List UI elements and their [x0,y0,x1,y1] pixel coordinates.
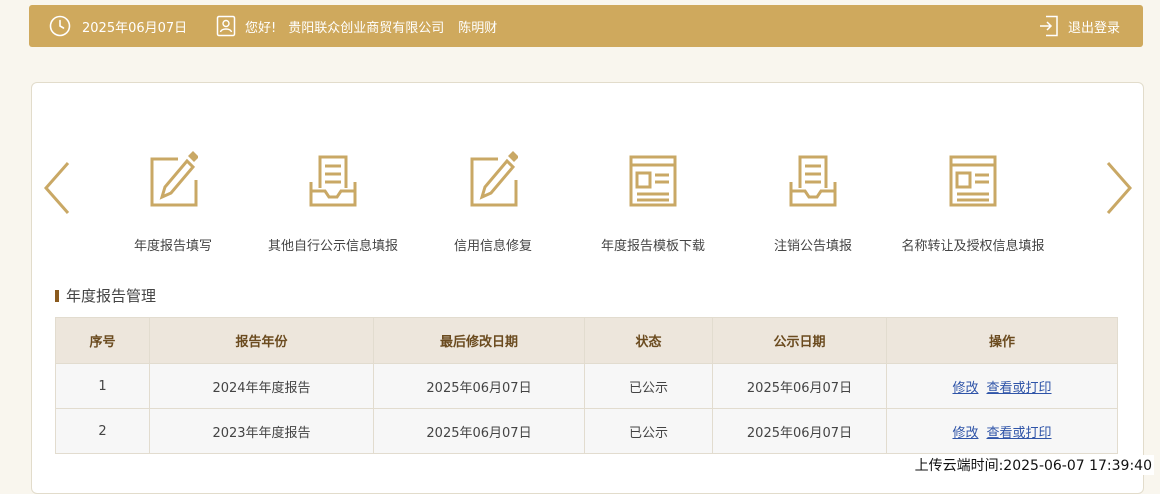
row-number: 2 [55,408,150,454]
tile-credit-repair[interactable]: 信用信息修复 [418,150,568,254]
column-header: 公示日期 [712,317,887,364]
tile-template-download[interactable]: 年度报告模板下载 [578,150,728,254]
column-header: 序号 [55,317,150,364]
user-name: 陈明财 [458,20,498,36]
table-row: 2 2023年年度报告 2025年06月07日 已公示 2025年06月07日 … [55,408,1118,454]
carousel-prev-button[interactable] [42,160,72,216]
user-card-icon [216,15,236,37]
edit-link[interactable]: 修改 [952,381,978,396]
logout-button[interactable]: 退出登录 [1039,5,1120,47]
greeting: 您好! [245,20,277,36]
inbox-document-icon [789,155,837,207]
inbox-document-icon [309,155,357,207]
tile-label: 其他自行公示信息填报 [267,239,398,254]
carousel-next-button[interactable] [1104,160,1134,216]
current-date: 2025年06月07日 [82,20,188,36]
tile-label: 注销公告填报 [773,239,852,254]
user-area: 您好! 贵阳联众创业商贸有限公司 陈明财 [216,5,497,47]
annual-report-table: 序号 报告年份 最后修改日期 状态 公示日期 操作 1 2024年年度报告 20… [55,317,1118,454]
tile-label: 年度报告填写 [133,239,212,254]
view-print-link[interactable]: 查看或打印 [987,381,1052,396]
section-title-text: 年度报告管理 [66,287,157,305]
upload-time: 上传云端时间:2025-06-07 17:39:40 [912,455,1154,475]
tile-name-transfer[interactable]: 名称转让及授权信息填报 [898,150,1048,254]
column-header: 操作 [886,317,1118,364]
section-title: 年度报告管理 [55,285,156,306]
tile-cancellation-notice[interactable]: 注销公告填报 [738,150,888,254]
chevron-right-icon [1106,162,1132,214]
logout-label: 退出登录 [1068,20,1121,36]
table-row: 1 2024年年度报告 2025年06月07日 已公示 2025年06月07日 … [55,363,1118,409]
tile-label: 信用信息修复 [453,239,532,254]
modified-date: 2025年06月07日 [373,363,585,409]
tile-label: 名称转让及授权信息填报 [901,239,1045,254]
edit-icon [470,151,518,207]
column-header: 报告年份 [149,317,374,364]
table-header-row: 序号 报告年份 最后修改日期 状态 公示日期 操作 [55,317,1118,364]
edit-icon [150,151,198,207]
actions-cell: 修改 查看或打印 [886,363,1118,409]
report-year: 2024年年度报告 [149,363,374,409]
published-date: 2025年06月07日 [712,363,887,409]
status: 已公示 [584,363,713,409]
company-name: 贵阳联众创业商贸有限公司 [288,20,445,36]
actions-cell: 修改 查看或打印 [886,408,1118,454]
clock-icon [49,15,71,37]
status: 已公示 [584,408,713,454]
report-year: 2023年年度报告 [149,408,374,454]
logout-icon [1039,15,1059,37]
modified-date: 2025年06月07日 [373,408,585,454]
chevron-left-icon [44,162,70,214]
template-window-icon [629,155,677,207]
column-header: 最后修改日期 [373,317,585,364]
published-date: 2025年06月07日 [712,408,887,454]
row-number: 1 [55,363,150,409]
template-window-icon [949,155,997,207]
top-bar: 2025年06月07日 您好! 贵阳联众创业商贸有限公司 陈明财 退出登录 [29,5,1143,47]
column-header: 状态 [584,317,713,364]
edit-link[interactable]: 修改 [952,426,978,441]
tile-label: 年度报告模板下载 [600,239,705,254]
section-marker [55,289,59,302]
date-area: 2025年06月07日 [49,5,187,47]
tile-annual-report-fill[interactable]: 年度报告填写 [98,150,248,254]
view-print-link[interactable]: 查看或打印 [987,426,1052,441]
tile-other-disclosure[interactable]: 其他自行公示信息填报 [258,150,408,254]
